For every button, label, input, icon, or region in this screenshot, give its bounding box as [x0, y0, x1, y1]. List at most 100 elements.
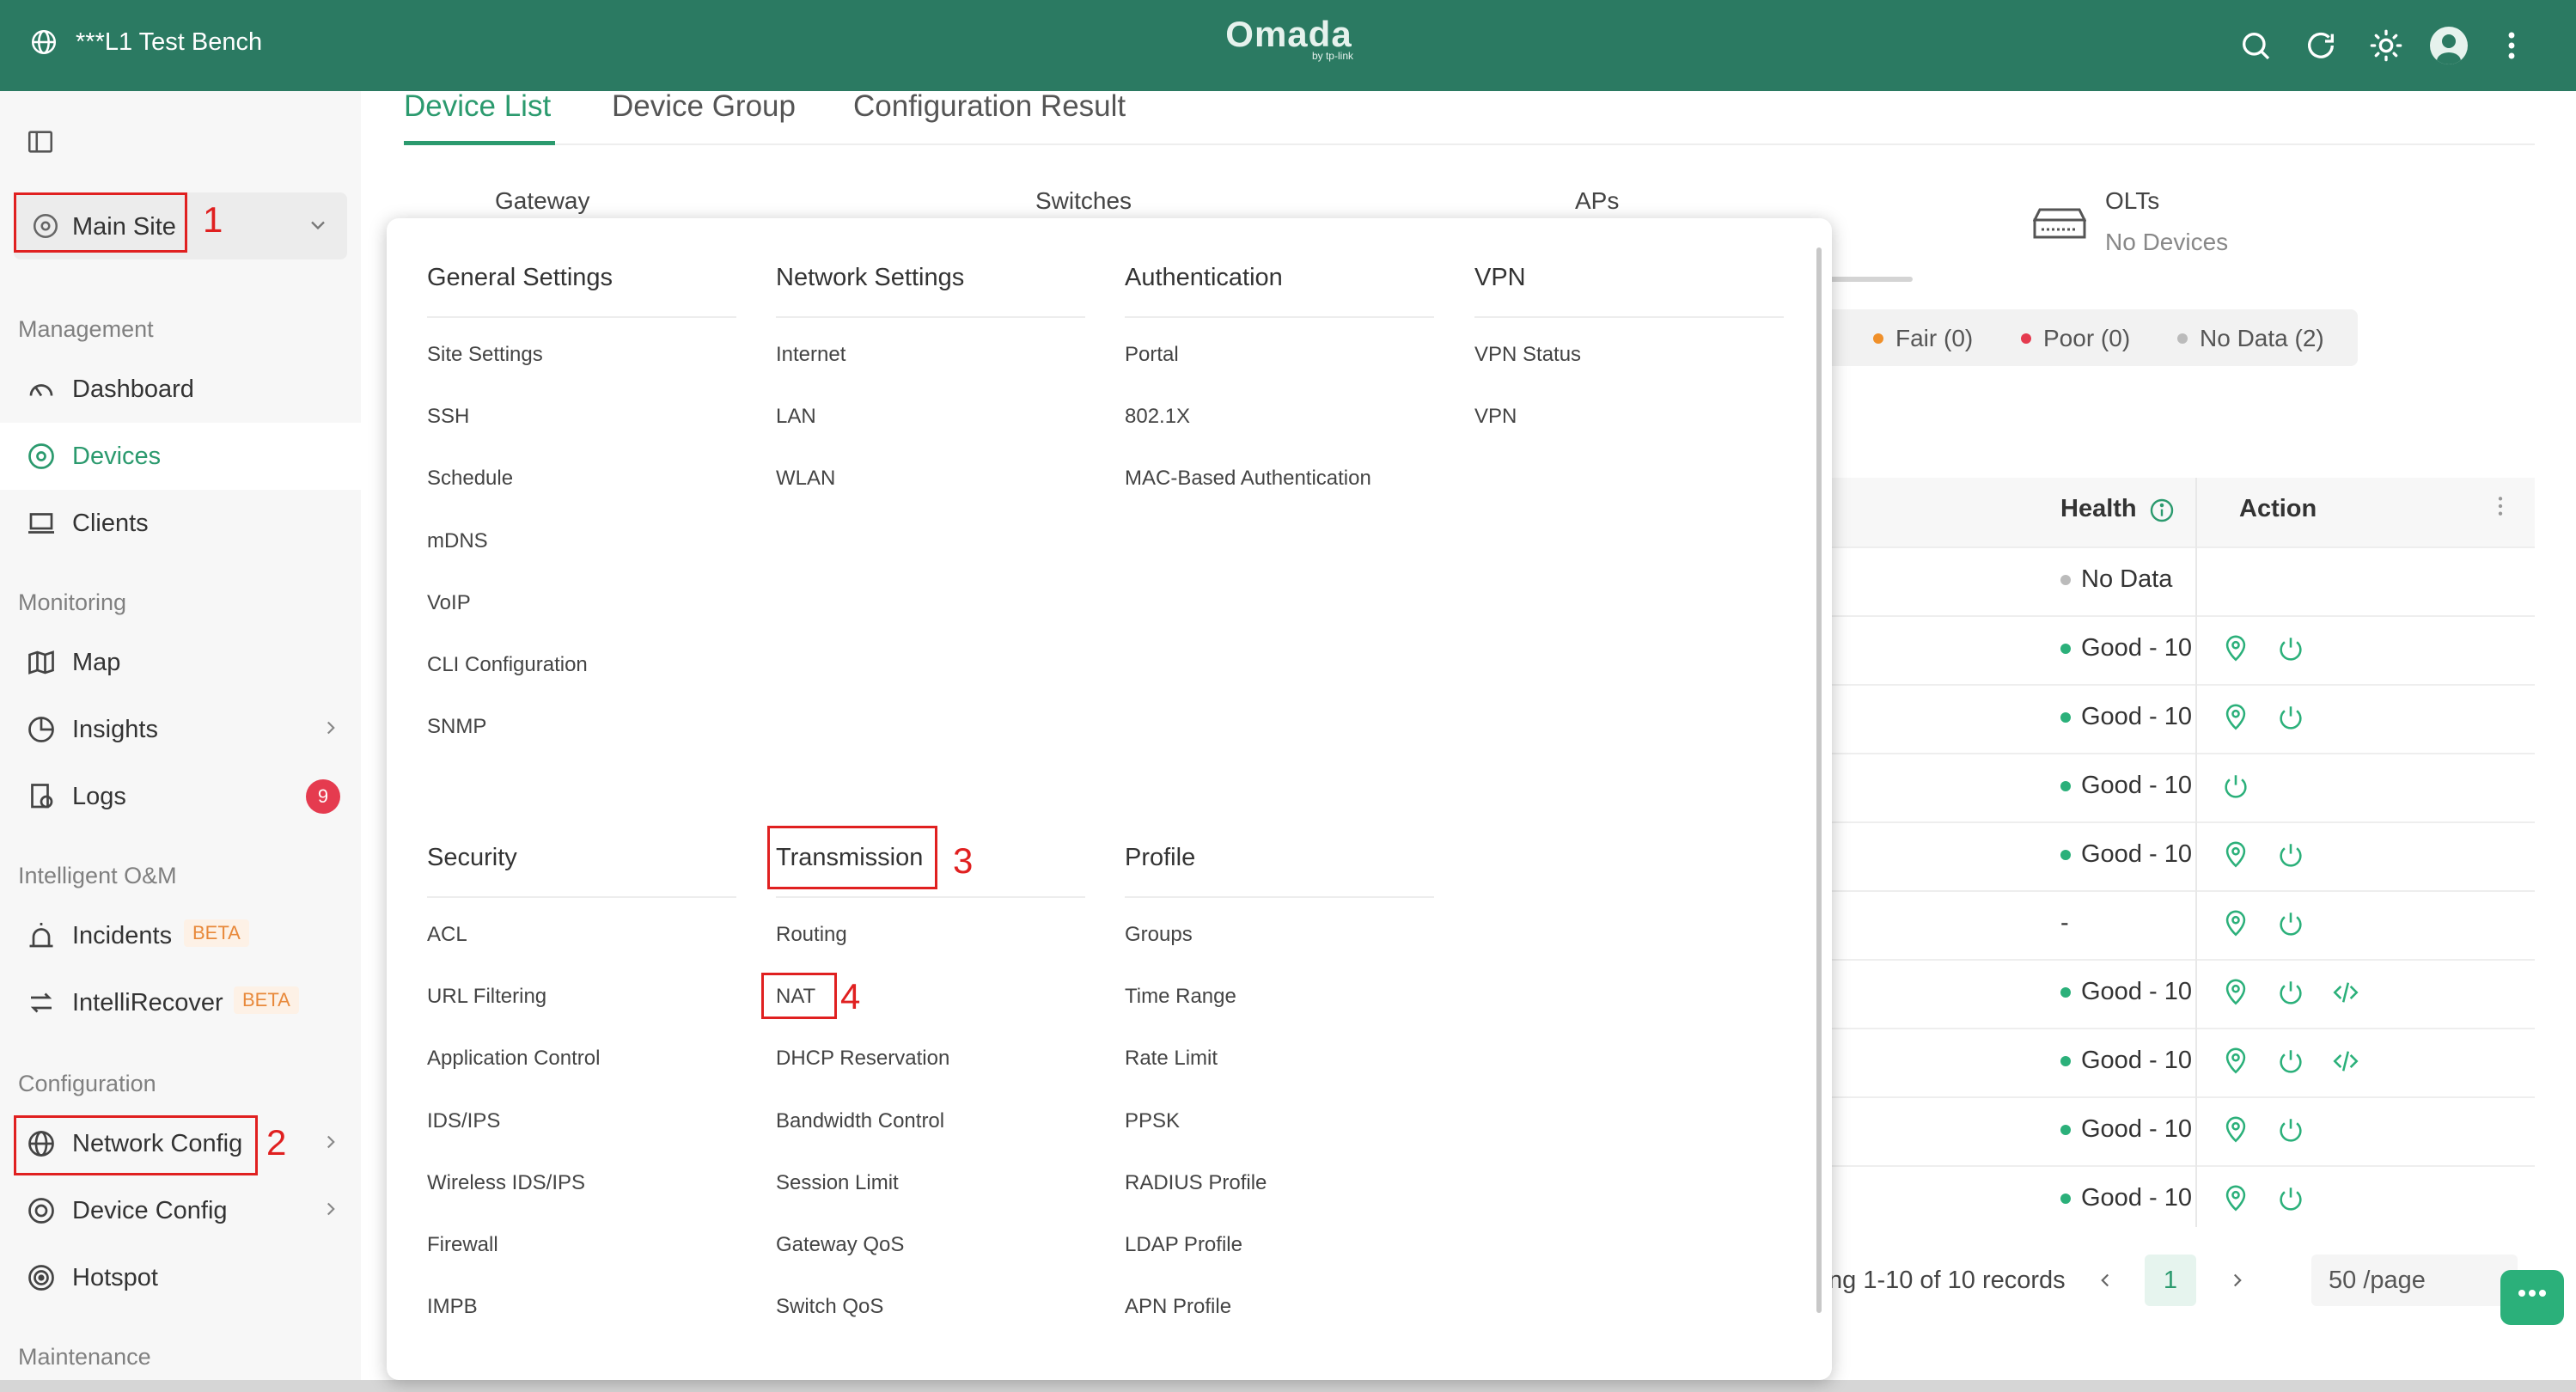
locate-icon[interactable] — [2221, 1184, 2250, 1218]
next-page-button[interactable] — [2220, 1255, 2255, 1306]
menu-item[interactable]: LAN — [776, 405, 816, 429]
refresh-icon[interactable] — [2299, 24, 2342, 67]
power-icon[interactable] — [2276, 1047, 2305, 1080]
locate-icon[interactable] — [2221, 1115, 2250, 1149]
tab-device-list[interactable]: Device List — [404, 89, 551, 124]
avatar[interactable] — [2430, 27, 2468, 64]
locate-icon[interactable] — [2221, 840, 2250, 874]
theme-icon[interactable] — [2365, 24, 2408, 67]
menu-item[interactable]: Rate Limit — [1125, 1047, 1218, 1071]
chat-button[interactable] — [2500, 1270, 2564, 1325]
power-icon[interactable] — [2276, 1115, 2305, 1149]
code-icon[interactable] — [2331, 978, 2360, 1011]
menu-item[interactable]: CLI Configuration — [427, 653, 588, 677]
menu-item[interactable]: 802.1X — [1125, 405, 1190, 429]
table-row[interactable]: - — [1804, 890, 2535, 961]
power-icon[interactable] — [2276, 703, 2305, 736]
table-row[interactable]: Good - 10 — [1804, 684, 2535, 754]
site-name: ***L1 Test Bench — [76, 27, 263, 56]
menu-item[interactable]: Internet — [776, 343, 845, 367]
menu-item[interactable]: Routing — [776, 923, 847, 947]
menu-item[interactable]: DHCP Reservation — [776, 1047, 949, 1071]
menu-item[interactable]: Switch QoS — [776, 1295, 883, 1319]
menu-item[interactable]: Session Limit — [776, 1171, 899, 1195]
health-status: Good - 10 — [2060, 1184, 2192, 1212]
menu-item[interactable]: Groups — [1125, 923, 1193, 947]
locate-icon[interactable] — [2221, 634, 2250, 668]
prev-page-button[interactable] — [2088, 1255, 2122, 1306]
menu-item[interactable]: WLAN — [776, 467, 835, 491]
menu-item[interactable]: IMPB — [427, 1295, 478, 1319]
table-row[interactable]: Good - 10 — [1804, 615, 2535, 686]
table-row[interactable]: Good - 10 — [1804, 1028, 2535, 1098]
table-row[interactable]: Good - 10 — [1804, 753, 2535, 823]
locate-icon[interactable] — [2221, 909, 2250, 943]
power-icon[interactable] — [2221, 772, 2250, 805]
sidebar-item-device-config[interactable]: Device Config — [0, 1177, 361, 1244]
menu-scrollbar[interactable] — [1816, 247, 1822, 1313]
menu-item[interactable]: SSH — [427, 405, 469, 429]
sidebar-item-clients[interactable]: Clients — [0, 490, 361, 557]
health-nodata[interactable]: No Data (2) — [2177, 325, 2324, 352]
power-icon[interactable] — [2276, 840, 2305, 874]
sidebar-item-incidents[interactable]: Incidents BETA — [0, 902, 361, 969]
sidebar-item-devices[interactable]: Devices — [0, 423, 361, 490]
locate-icon[interactable] — [2221, 703, 2250, 736]
menu-item[interactable]: APN Profile — [1125, 1295, 1231, 1319]
more-icon[interactable] — [2490, 24, 2533, 67]
menu-item[interactable]: Firewall — [427, 1233, 498, 1257]
table-row[interactable]: Good - 10 — [1804, 821, 2535, 892]
sidebar-item-dashboard[interactable]: Dashboard — [0, 356, 361, 423]
section-intelligent: Intelligent O&M — [18, 863, 177, 888]
menu-item[interactable]: VoIP — [427, 591, 471, 615]
table-row[interactable]: Good - 10 — [1804, 1165, 2535, 1236]
tab-configuration-result[interactable]: Configuration Result — [853, 89, 1126, 124]
sidebar-item-intellirecover[interactable]: IntelliRecover BETA — [0, 969, 361, 1036]
page-number-button[interactable]: 1 — [2145, 1255, 2196, 1306]
power-icon[interactable] — [2276, 978, 2305, 1011]
site-title[interactable]: ***L1 Test Bench — [29, 27, 262, 57]
menu-item[interactable]: Site Settings — [427, 343, 543, 367]
menu-item[interactable]: VPN Status — [1474, 343, 1581, 367]
sidebar-item-logs[interactable]: Logs 9 — [0, 763, 361, 830]
power-icon[interactable] — [2276, 634, 2305, 668]
menu-item[interactable]: Wireless IDS/IPS — [427, 1171, 585, 1195]
menu-item[interactable]: Bandwidth Control — [776, 1109, 944, 1133]
menu-item[interactable]: Schedule — [427, 467, 513, 491]
table-row[interactable]: No Data — [1804, 546, 2535, 617]
power-icon[interactable] — [2276, 1184, 2305, 1218]
menu-item[interactable]: MAC-Based Authentication — [1125, 467, 1371, 491]
menu-item[interactable]: mDNS — [427, 529, 488, 553]
sidebar-toggle-icon[interactable] — [26, 127, 55, 161]
menu-item[interactable]: LDAP Profile — [1125, 1233, 1242, 1257]
power-icon[interactable] — [2276, 909, 2305, 943]
menu-item[interactable]: PPSK — [1125, 1109, 1180, 1133]
menu-item[interactable]: Gateway QoS — [776, 1233, 904, 1257]
menu-group-title-authentication: Authentication — [1125, 264, 1283, 291]
menu-item[interactable]: SNMP — [427, 715, 486, 739]
table-row[interactable]: Good - 10 — [1804, 1096, 2535, 1167]
search-icon[interactable] — [2234, 24, 2277, 67]
code-icon[interactable] — [2331, 1047, 2360, 1080]
menu-item[interactable]: Application Control — [427, 1047, 600, 1071]
menu-item[interactable]: URL Filtering — [427, 985, 546, 1009]
page-size-select[interactable]: 50 /page — [2311, 1255, 2518, 1306]
menu-item[interactable]: RADIUS Profile — [1125, 1171, 1267, 1195]
menu-item[interactable]: Time Range — [1125, 985, 1236, 1009]
menu-item[interactable]: VPN — [1474, 405, 1517, 429]
health-poor[interactable]: Poor (0) — [2021, 325, 2130, 352]
health-fair[interactable]: Fair (0) — [1873, 325, 1973, 352]
menu-item[interactable]: IDS/IPS — [427, 1109, 500, 1133]
sidebar-item-hotspot[interactable]: Hotspot — [0, 1244, 361, 1311]
sidebar-item-insights[interactable]: Insights — [0, 696, 361, 763]
info-icon[interactable] — [2148, 497, 2176, 528]
health-column-header[interactable]: Health — [2060, 495, 2137, 523]
locate-icon[interactable] — [2221, 1047, 2250, 1080]
menu-item[interactable]: Portal — [1125, 343, 1179, 367]
sidebar-item-map[interactable]: Map — [0, 629, 361, 696]
table-row[interactable]: Good - 10 — [1804, 959, 2535, 1029]
menu-item[interactable]: ACL — [427, 923, 467, 947]
column-settings-icon[interactable] — [2497, 495, 2504, 522]
locate-icon[interactable] — [2221, 978, 2250, 1011]
tab-device-group[interactable]: Device Group — [612, 89, 796, 124]
